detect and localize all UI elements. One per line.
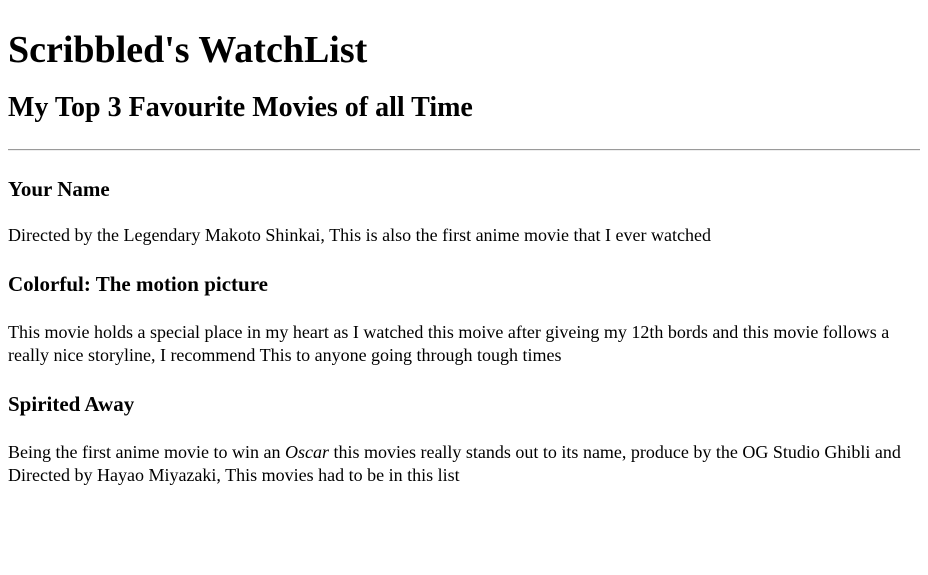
section-title: My Top 3 Favourite Movies of all Time [8,92,473,123]
description-text: Being the first anime movie to win an [8,442,285,462]
movie-title: Your Name [8,177,110,201]
movie-description: Being the first anime movie to win an Os… [8,441,920,487]
movie-description: Directed by the Legendary Makoto Shinkai… [8,225,711,245]
site-title: Scribbled's WatchList [8,29,368,71]
movie-description: This movie holds a special place in my h… [8,322,890,365]
page-content: Scribbled's WatchList My Top 3 Favourite… [0,27,928,487]
emphasized-text: Oscar [284,442,329,462]
movie-title: Colorful: The motion picture [8,272,268,296]
divider [8,149,920,151]
movie-title: Spirited Away [8,392,135,416]
